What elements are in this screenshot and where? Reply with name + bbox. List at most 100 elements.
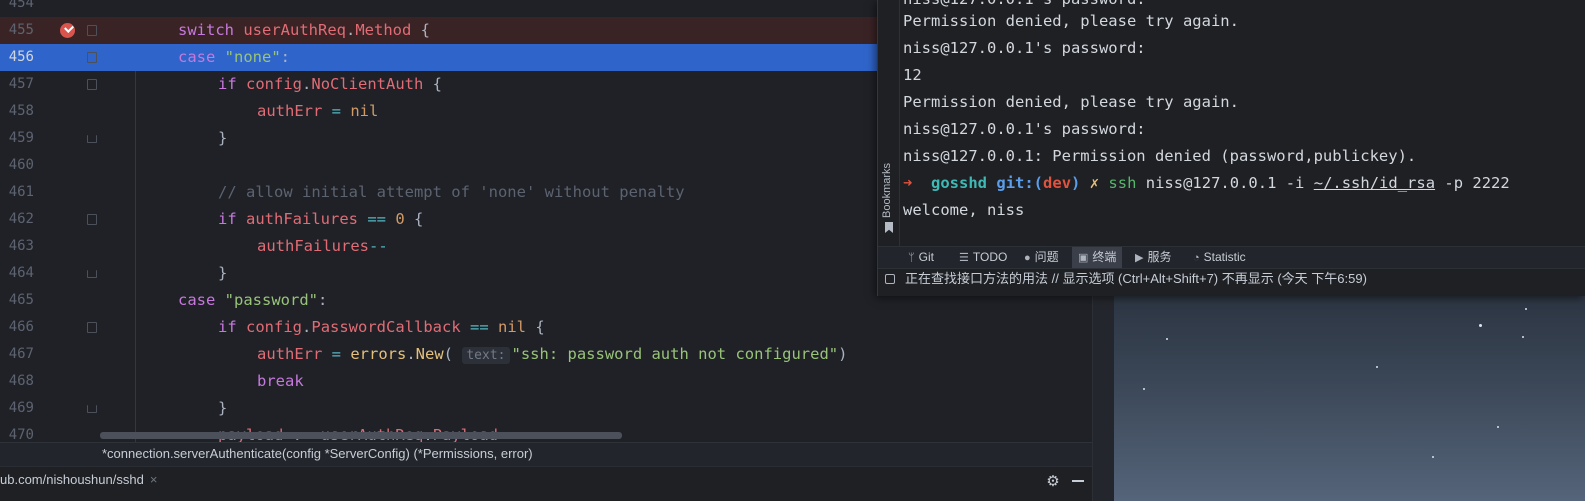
punct: }	[218, 399, 228, 417]
punct: }	[218, 264, 228, 282]
line-number: 458	[8, 103, 34, 119]
fold-end-icon[interactable]	[87, 270, 97, 278]
prompt-arrow-icon: ➜	[903, 174, 913, 192]
line-number: 455	[8, 22, 34, 38]
notification-bar[interactable]: 正在查找接口方法的用法 // 显示选项 (Ctrl+Alt+Shift+7) 不…	[878, 268, 1585, 289]
file-tab[interactable]: ub.com/nishoushun/sshd ×	[0, 467, 167, 495]
tab-label: 问题	[1034, 250, 1059, 264]
line-number: 463	[8, 238, 34, 254]
operator: --	[368, 237, 388, 255]
tab-terminal[interactable]: ▣ 终端	[1072, 247, 1123, 268]
line-number: 459	[8, 130, 34, 146]
punct: }	[218, 129, 228, 147]
string: "password"	[224, 291, 318, 309]
bookmark-icon[interactable]	[885, 222, 893, 233]
tab-todo[interactable]: ☰ TODO	[953, 247, 1013, 268]
horizontal-scrollbar[interactable]	[100, 432, 622, 439]
star	[1166, 338, 1168, 340]
bookmarks-label[interactable]: Bookmarks	[881, 163, 893, 218]
identifier: authErr	[257, 102, 323, 120]
identifier: PasswordCallback	[311, 318, 461, 336]
star	[1479, 324, 1482, 327]
keyword: switch	[178, 21, 234, 39]
identifier: config	[246, 75, 303, 93]
star	[1432, 456, 1434, 458]
terminal-panel[interactable]: Bookmarks niss@127.0.0.1's password: Per…	[877, 0, 1585, 296]
prompt-args: niss@127.0.0.1 -i	[1145, 174, 1314, 192]
punct: {	[526, 318, 545, 336]
prompt-git: git:(	[996, 174, 1044, 192]
keyword: nil	[498, 318, 526, 336]
gear-icon[interactable]: ⚙	[1045, 474, 1061, 490]
tab-label: TODO	[972, 250, 1008, 264]
identifier: authFailures	[246, 210, 358, 228]
code-line[interactable]: 469 }	[0, 395, 1092, 422]
tab-statistic[interactable]: ◔ Statistic	[1187, 247, 1252, 268]
fold-end-icon[interactable]	[87, 405, 97, 413]
star	[1497, 426, 1499, 428]
function-name: New	[415, 345, 444, 363]
identifier: Method	[355, 21, 412, 39]
fold-marker-icon[interactable]	[87, 322, 97, 333]
tab-problems[interactable]: ● 问题	[1018, 247, 1065, 268]
prompt-keypath[interactable]: ~/.ssh/id_rsa	[1314, 174, 1435, 192]
line-number: 456	[8, 49, 34, 65]
terminal-line: welcome, niss	[903, 201, 1025, 219]
services-icon: ▶	[1135, 252, 1144, 264]
bookmarks-strip[interactable]: Bookmarks	[878, 0, 900, 246]
tab-services[interactable]: ▶ 服务	[1129, 247, 1177, 268]
identifier: authErr	[257, 345, 323, 363]
code-line[interactable]: 468 break	[0, 368, 1092, 395]
breakpoint-icon[interactable]	[60, 23, 75, 38]
star	[1376, 366, 1378, 368]
string: "ssh: password auth not configured"	[511, 345, 839, 363]
terminal-line: niss@127.0.0.1's password:	[903, 39, 1146, 57]
prompt-dir: gosshd	[931, 174, 988, 192]
number: 0	[395, 210, 405, 228]
terminal-icon: ▣	[1078, 252, 1089, 264]
comment: // allow initial attempt of 'none' witho…	[218, 183, 685, 201]
identifier: config	[246, 318, 303, 336]
line-number: 457	[8, 76, 34, 92]
identifier: errors	[350, 345, 407, 363]
fold-end-icon[interactable]	[87, 135, 97, 143]
close-icon[interactable]: ×	[150, 472, 158, 487]
keyword: case	[178, 48, 216, 66]
code-line[interactable]: 467 authErr = errors.New( text: "ssh: pas…	[0, 341, 1092, 368]
keyword: break	[257, 372, 304, 390]
terminal-line: Permission denied, please try again.	[903, 12, 1239, 30]
desktop-wallpaper	[1114, 296, 1585, 501]
terminal-prompt-line: ➜ gosshd git:(dev) ✗ ssh niss@127.0.0.1 …	[903, 170, 1510, 197]
prompt-command: ssh	[1108, 174, 1137, 192]
bottom-bar: ub.com/nishoushun/sshd × ⚙	[0, 466, 1092, 501]
punct: :	[318, 291, 328, 309]
git-icon: ᛘ	[908, 252, 915, 264]
tab-git[interactable]: ᛘ Git	[902, 247, 940, 268]
minimize-icon[interactable]	[1072, 480, 1084, 482]
fold-marker-icon[interactable]	[87, 52, 97, 63]
fold-marker-icon[interactable]	[87, 25, 97, 36]
notification-text: 正在查找接口方法的用法 // 显示选项 (Ctrl+Alt+Shift+7) 不…	[905, 271, 1367, 286]
tab-label: Git	[918, 250, 934, 264]
identifier: NoClientAuth	[311, 75, 424, 93]
terminal-line: niss@127.0.0.1's password:	[903, 120, 1146, 138]
line-number: 470	[8, 427, 34, 442]
operator: =	[322, 102, 351, 120]
fold-marker-icon[interactable]	[87, 79, 97, 90]
string: "none"	[224, 48, 281, 66]
punct: )	[838, 345, 848, 363]
terminal-line: 12	[903, 66, 922, 84]
todo-icon: ☰	[959, 252, 969, 264]
identifier: userAuthReq	[243, 21, 346, 39]
code-line[interactable]: 466 if config.PasswordCallback == nil {	[0, 314, 1092, 341]
punct: :	[280, 48, 291, 66]
punct: {	[404, 210, 424, 228]
fold-marker-icon[interactable]	[87, 214, 97, 225]
punct: {	[411, 21, 431, 39]
tool-window-tabs: ᛘ Git ☰ TODO ● 问题 ▣ 终端 ▶ 服务 ◔ Statistic	[878, 246, 1585, 268]
tab-label: Statistic	[1203, 250, 1246, 264]
prompt-args: -p 2222	[1435, 174, 1510, 192]
line-number: 467	[8, 346, 34, 362]
punct: .	[406, 345, 416, 363]
star	[1522, 336, 1524, 338]
